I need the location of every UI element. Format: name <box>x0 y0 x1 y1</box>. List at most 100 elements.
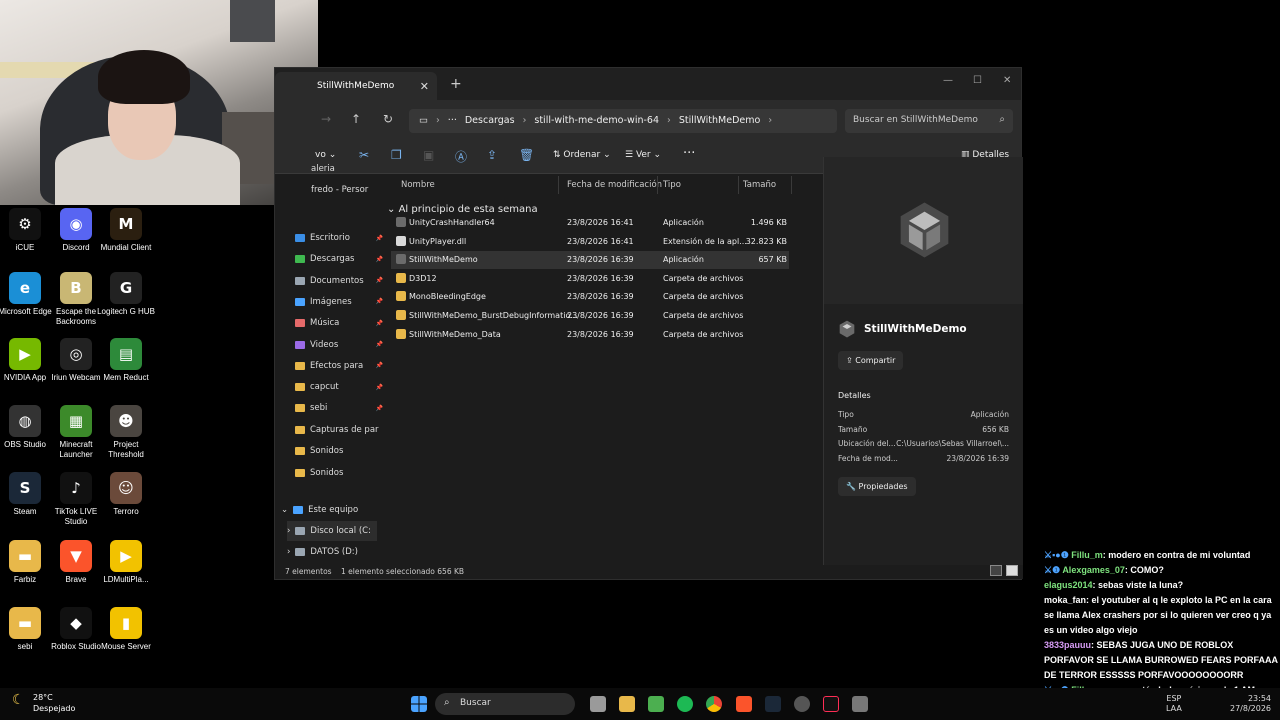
clock[interactable]: 23:54 27/8/2026 <box>1230 694 1271 714</box>
delete-icon[interactable]: 🗑 <box>519 148 534 162</box>
file-explorer-taskbar-icon[interactable] <box>619 696 635 712</box>
details-view-icon[interactable] <box>990 565 1002 576</box>
address-bar[interactable]: ▭ › ··· Descargas › still-with-me-demo-w… <box>409 109 837 133</box>
maximize-icon[interactable]: ☐ <box>973 75 982 86</box>
pin-icon: 📌 <box>375 234 383 242</box>
file-row-stillwithmedemo-burstdebuginformatio[interactable]: StillWithMeDemo_BurstDebugInformatio... 2… <box>391 307 789 325</box>
more-options-icon[interactable]: ··· <box>683 146 695 161</box>
breadcrumb-descargas[interactable]: Descargas <box>465 115 515 133</box>
obs-icon[interactable] <box>794 696 810 712</box>
share-button[interactable]: ⇪ Compartir <box>838 351 904 370</box>
refresh-icon[interactable]: ↻ <box>383 112 393 126</box>
column-name[interactable]: Nombre <box>401 180 435 190</box>
column-size[interactable]: Tamaño <box>743 180 776 190</box>
rename-icon[interactable]: Ⓐ <box>455 148 467 165</box>
language-indicator[interactable]: ESP LAA <box>1166 694 1182 714</box>
desktop-icon-nvidia-app[interactable]: ▶ NVIDIA App <box>0 338 54 383</box>
nav-item-este-equipo[interactable]: ⌄ Este equipo <box>281 500 371 520</box>
chrome-icon[interactable] <box>706 696 722 712</box>
desktop-icon-logitech-g-hub[interactable]: G Logitech G HUB <box>97 272 155 317</box>
breadcrumb-sep-icon: › <box>522 115 527 126</box>
file-row-unityplayer-dll[interactable]: UnityPlayer.dll 23/8/2026 16:41 Extensión … <box>391 233 789 251</box>
share-small-icon: ⇪ <box>846 356 853 365</box>
nav-item-documentos[interactable]: Documentos 📌 <box>295 271 385 291</box>
desktop-icon-icue[interactable]: ⚙ iCUE <box>0 208 54 253</box>
pin-icon: 📌 <box>375 362 383 370</box>
nav-item-capturas-de-par[interactable]: Capturas de par <box>295 420 385 440</box>
breadcrumb-still-with-me-demo[interactable]: StillWithMeDemo <box>679 115 761 133</box>
unity-taskbar-icon[interactable] <box>852 696 868 712</box>
escritorio-folder-icon <box>295 234 305 242</box>
search-input[interactable]: Buscar en StillWithMeDemo ⌕ <box>845 109 1013 133</box>
tab-still-with-me-demo[interactable]: StillWithMeDemo ✕ <box>275 72 437 100</box>
file-row-d3d12[interactable]: D3D12 23/8/2026 16:39 Carpeta de archivos <box>391 270 789 288</box>
breadcrumb-still-with-me-demo-win-64[interactable]: still-with-me-demo-win-64 <box>534 115 659 133</box>
brave-icon[interactable] <box>736 696 752 712</box>
nav-item-drive[interactable]: › DATOS (D:) <box>287 542 377 562</box>
sort-label: Ordenar <box>563 150 601 160</box>
desktop-icon-farbiz[interactable]: ▬ Farbiz <box>0 540 54 585</box>
navigation-pane: aleria fredo - Persor Escritorio 📌 Descargas… <box>275 164 383 567</box>
chat-message: 3833pauuu: SEBAS JUGA UNO DE ROBLOX PORF… <box>1044 638 1280 683</box>
nav-item-sonidos[interactable]: Sonidos <box>295 463 385 483</box>
file-type: Carpeta de archivos <box>663 329 744 339</box>
desktop-icon-microsoft-edge[interactable]: e Microsoft Edge <box>0 272 54 317</box>
desktop-icon-sebi[interactable]: ▬ sebi <box>0 607 54 652</box>
share-icon[interactable]: ⇪ <box>487 148 497 162</box>
column-type[interactable]: Tipo <box>663 180 681 190</box>
desktop-icon-obs-studio[interactable]: ◍ OBS Studio <box>0 405 54 450</box>
desktop-icon-mouse-server[interactable]: ▮ Mouse Server <box>97 607 155 652</box>
file-row-stillwithmedemo-data[interactable]: StillWithMeDemo_Data 23/8/2026 16:39 Carpe… <box>391 326 789 344</box>
forward-arrow-icon[interactable]: → <box>321 112 331 126</box>
tiles-view-icon[interactable] <box>1006 565 1018 576</box>
minimize-icon[interactable]: — <box>943 75 953 86</box>
nav-item-im-genes[interactable]: Imágenes 📌 <box>295 292 385 312</box>
steam-icon[interactable] <box>765 696 781 712</box>
up-arrow-icon[interactable]: ↑ <box>351 112 361 126</box>
nav-item-sonidos[interactable]: Sonidos <box>295 441 385 461</box>
tiktok-live-studio-icon: ♪ <box>60 472 92 504</box>
taskbar-search[interactable]: ⌕ Buscar <box>435 693 575 715</box>
sort-button[interactable]: ⇅ Ordenar ⌄ <box>553 150 611 160</box>
file-row-unitycrashhandler64[interactable]: UnityCrashHandler64 23/8/2026 16:41 Aplica… <box>391 214 789 232</box>
nav-item-descargas[interactable]: Descargas 📌 <box>295 249 385 269</box>
nav-item-drive[interactable]: › Disco local (C: <box>287 521 377 541</box>
new-tab-icon[interactable]: + <box>450 76 462 92</box>
nav-item-sebi[interactable]: sebi 📌 <box>295 398 385 418</box>
start-icon[interactable] <box>411 696 427 712</box>
desktop-icon-mem-reduct[interactable]: ▤ Mem Reduct <box>97 338 155 383</box>
logitech-g-hub-icon: G <box>110 272 142 304</box>
task-view-icon[interactable] <box>590 696 606 712</box>
tab-close-icon[interactable]: ✕ <box>420 80 429 93</box>
folder-file-icon <box>396 272 406 283</box>
chevron-right-icon: › <box>287 547 291 558</box>
desktop-icon-terroro[interactable]: ☺ Terroro <box>97 472 155 517</box>
close-window-icon[interactable]: ✕ <box>1003 75 1011 86</box>
nav-item-escritorio[interactable]: Escritorio 📌 <box>295 228 385 248</box>
tiktok-live-icon[interactable] <box>823 696 839 712</box>
desktop-icon-project-threshold[interactable]: ☻ Project Threshold <box>97 405 155 460</box>
nav-item-label: Capturas de par <box>310 425 379 435</box>
nav-item-efectos-para[interactable]: Efectos para 📌 <box>295 356 385 376</box>
column-date[interactable]: Fecha de modificación <box>567 180 662 190</box>
view-button[interactable]: ☰ Ver ⌄ <box>625 150 661 160</box>
search-placeholder: Buscar en StillWithMeDemo <box>853 115 978 125</box>
chat-message: ⚔▪●❶ Fillu_m: modero en contra de mi vol… <box>1044 548 1280 563</box>
chat-message: moka_fan: el youtuber al q le exploto la… <box>1044 593 1280 638</box>
desktop-icon-steam[interactable]: S Steam <box>0 472 54 517</box>
desktop-icon-ldmultipla[interactable]: ▶ LDMultiPla... <box>97 540 155 585</box>
desktop-icon-mundial-client[interactable]: M Mundial Client <box>97 208 155 253</box>
store-icon[interactable] <box>648 696 664 712</box>
view-label: Ver <box>635 150 651 160</box>
spotify-icon[interactable] <box>677 696 693 712</box>
properties-button[interactable]: 🔧 Propiedades <box>838 477 916 496</box>
paste-icon[interactable]: ▣ <box>423 148 434 162</box>
weather-widget[interactable]: ☾ 28°C Despejado <box>12 692 75 714</box>
nav-item-videos[interactable]: Videos 📌 <box>295 335 385 355</box>
file-row-stillwithmedemo[interactable]: StillWithMeDemo 23/8/2026 16:39 Aplicación… <box>391 251 789 270</box>
clock-date: 27/8/2026 <box>1230 704 1272 713</box>
nav-item-capcut[interactable]: capcut 📌 <box>295 377 385 397</box>
file-row-monobleedingedge[interactable]: MonoBleedingEdge 23/8/2026 16:39 Carpeta d… <box>391 288 789 306</box>
more-path-icon[interactable]: ··· <box>448 115 457 133</box>
nav-item-m-sica[interactable]: Música 📌 <box>295 313 385 333</box>
